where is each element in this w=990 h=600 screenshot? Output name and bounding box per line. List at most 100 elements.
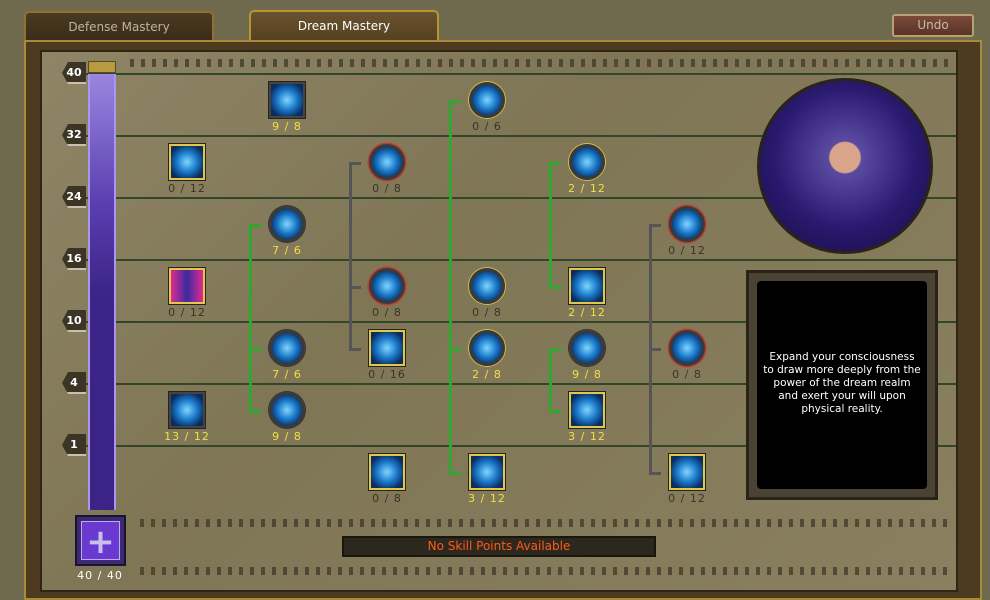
skill-points: 0 / 8 — [372, 182, 402, 195]
skill-button[interactable]: 0 / 8 — [368, 453, 406, 505]
connector-stub — [549, 162, 561, 165]
skill-icon — [469, 268, 505, 304]
skill-points: 3 / 12 — [468, 492, 506, 505]
skill-points: 9 / 8 — [272, 430, 302, 443]
skill-icon — [668, 453, 706, 491]
skill-icon — [669, 206, 705, 242]
skill-button[interactable]: 0 / 12 — [168, 143, 206, 195]
skill-icon — [168, 267, 206, 305]
skill-points: 2 / 12 — [568, 182, 606, 195]
skill-icon — [368, 453, 406, 491]
connector-stub — [349, 162, 361, 165]
skill-points: 0 / 8 — [372, 492, 402, 505]
add-mastery-point-button[interactable]: + — [75, 515, 126, 566]
skill-points: 2 / 12 — [568, 306, 606, 319]
skill-button[interactable]: 7 / 6 — [269, 330, 305, 381]
connector-stub — [349, 348, 361, 351]
decorative-border — [130, 59, 950, 67]
tab-dream-mastery[interactable]: Dream Mastery — [249, 10, 439, 42]
skill-button[interactable]: 9 / 8 — [569, 330, 605, 381]
skill-points: 0 / 8 — [372, 306, 402, 319]
connector-stub — [249, 224, 261, 227]
skill-icon — [568, 267, 606, 305]
skill-points: 7 / 6 — [272, 244, 302, 257]
skill-button[interactable]: 3 / 12 — [568, 391, 606, 443]
decorative-border — [140, 567, 950, 575]
skill-button[interactable]: 13 / 12 — [164, 391, 209, 443]
connector-stub — [449, 100, 461, 103]
skill-button[interactable]: 2 / 12 — [568, 267, 606, 319]
mastery-description: Expand your consciousness to draw more d… — [757, 281, 927, 489]
skill-button[interactable]: 0 / 6 — [469, 82, 505, 133]
skill-icon — [369, 268, 405, 304]
skill-points: 13 / 12 — [164, 430, 210, 443]
skill-icon — [168, 143, 206, 181]
connector-stub — [649, 472, 661, 475]
mastery-bar-cap — [88, 61, 116, 73]
skill-points: 0 / 12 — [668, 492, 706, 505]
mastery-portrait — [757, 78, 933, 254]
skill-button[interactable]: 0 / 8 — [469, 268, 505, 319]
skill-points: 0 / 8 — [472, 306, 502, 319]
skill-points: 0 / 8 — [672, 368, 702, 381]
skill-points: 2 / 8 — [472, 368, 502, 381]
connector-stub — [549, 286, 561, 289]
connector-stub — [549, 348, 561, 351]
undo-button[interactable]: Undo — [892, 14, 974, 37]
skill-icon — [268, 81, 306, 119]
skill-icon — [368, 329, 406, 367]
connector-stub — [449, 348, 461, 351]
description-panel: Expand your consciousness to draw more d… — [746, 270, 938, 500]
skill-button[interactable]: 3 / 12 — [468, 453, 506, 505]
connector-stub — [649, 348, 661, 351]
skill-icon — [269, 392, 305, 428]
skill-icon — [469, 330, 505, 366]
skill-button[interactable]: 9 / 8 — [269, 392, 305, 443]
connector-stub — [349, 286, 361, 289]
skill-button[interactable]: 2 / 12 — [568, 144, 605, 195]
skill-points: 9 / 8 — [272, 120, 302, 133]
skill-icon — [569, 330, 605, 366]
skill-points: 9 / 8 — [572, 368, 602, 381]
skill-icon — [369, 144, 405, 180]
skill-points: 7 / 6 — [272, 368, 302, 381]
skill-points: 0 / 12 — [668, 244, 706, 257]
decorative-border — [140, 519, 950, 527]
plus-icon: + — [81, 521, 120, 562]
skill-button[interactable]: 0 / 16 — [368, 329, 406, 381]
connector-stub — [249, 410, 261, 413]
skill-button[interactable]: 9 / 8 — [268, 81, 306, 133]
skill-button[interactable]: 0 / 12 — [668, 453, 706, 505]
skill-points: 3 / 12 — [568, 430, 606, 443]
skill-icon — [468, 453, 506, 491]
connector-stub — [449, 472, 461, 475]
skill-icon — [568, 391, 606, 429]
skill-button[interactable]: 0 / 8 — [669, 330, 705, 381]
skill-button[interactable]: 0 / 12 — [668, 206, 705, 257]
skill-button[interactable]: 0 / 12 — [168, 267, 206, 319]
skill-button[interactable]: 2 / 8 — [469, 330, 505, 381]
skill-button[interactable]: 7 / 6 — [269, 206, 305, 257]
tier-line — [74, 259, 956, 261]
skill-icon — [569, 144, 605, 180]
mastery-points-count: 40 / 40 — [77, 569, 123, 582]
skill-icon — [669, 330, 705, 366]
skill-button[interactable]: 0 / 8 — [369, 268, 405, 319]
skill-points: 0 / 12 — [168, 182, 206, 195]
skill-icon — [168, 391, 206, 429]
skill-points: 0 / 6 — [472, 120, 502, 133]
connector-stub — [249, 348, 261, 351]
skill-points-status: No Skill Points Available — [342, 536, 656, 557]
skill-icon — [269, 206, 305, 242]
skill-connector — [449, 100, 452, 475]
connector-stub — [549, 410, 561, 413]
tier-line — [74, 73, 956, 75]
skill-icon — [469, 82, 505, 118]
connector-stub — [649, 224, 661, 227]
skill-points: 0 / 16 — [368, 368, 406, 381]
tab-defense-mastery[interactable]: Defense Mastery — [24, 11, 214, 41]
skill-button[interactable]: 0 / 8 — [369, 144, 405, 195]
mastery-level-bar — [88, 74, 116, 510]
skill-icon — [269, 330, 305, 366]
skill-points: 0 / 12 — [168, 306, 206, 319]
